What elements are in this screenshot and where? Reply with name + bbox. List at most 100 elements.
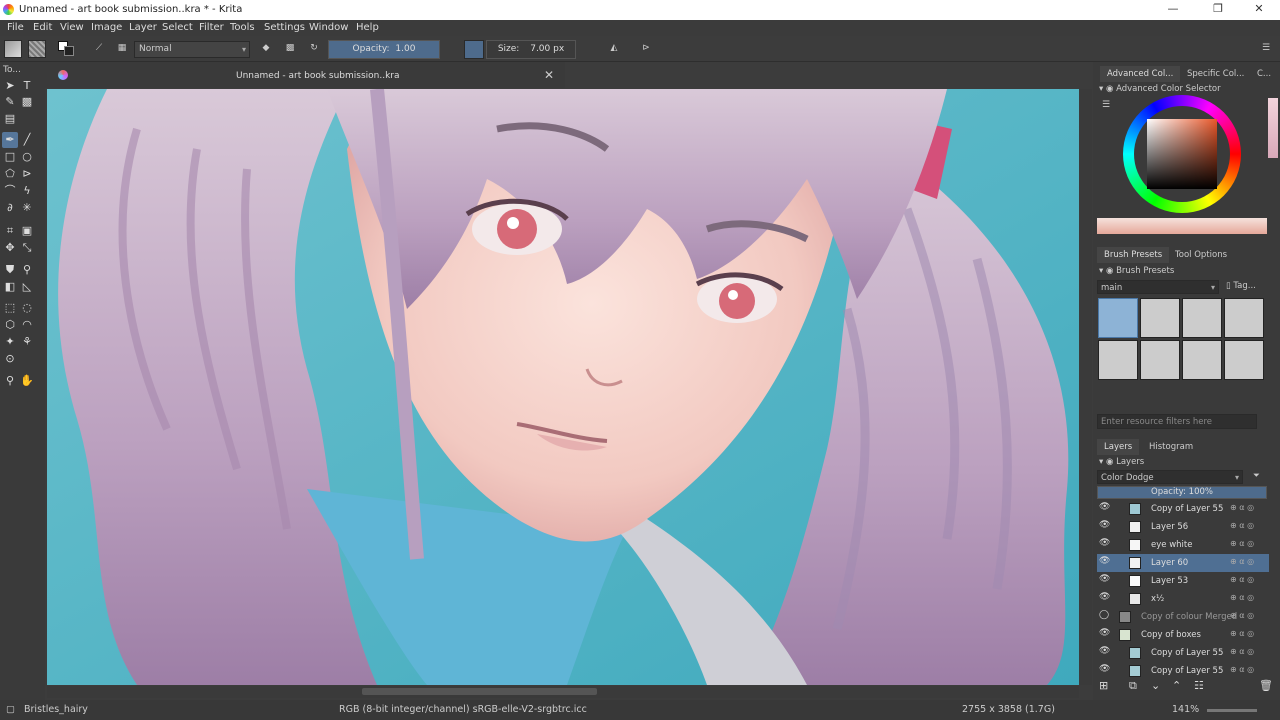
layer-properties-button-icon[interactable]: ☷	[1194, 679, 1204, 692]
zoom-tool-icon[interactable]: ⚲	[2, 373, 18, 389]
eye-icon[interactable]: 👁	[1099, 592, 1110, 602]
layer-row[interactable]: ◯ Copy of colour Merged ⊕ α ◎	[1097, 608, 1269, 626]
pan-tool-icon[interactable]: ✋	[19, 373, 35, 389]
mirror-vertical-icon[interactable]: ⊳	[637, 40, 655, 58]
menu-help[interactable]: Help	[356, 22, 379, 33]
tab-layers[interactable]: Layers	[1097, 439, 1140, 455]
move-layer-down-icon[interactable]: ⌄	[1151, 679, 1160, 692]
close-window-button[interactable]: ✕	[1249, 2, 1269, 15]
menu-settings[interactable]: Settings	[264, 22, 305, 33]
layer-row[interactable]: 👁 Layer 53 ⊕ α ◎	[1097, 572, 1269, 590]
tag-button[interactable]: ▯ Tag...	[1226, 281, 1256, 291]
preserve-alpha-icon[interactable]: ▩	[282, 40, 298, 58]
menu-layer[interactable]: Layer	[129, 22, 157, 33]
workspace-icon[interactable]: ☰	[1258, 40, 1274, 58]
rect-select-tool-icon[interactable]: ⬚	[2, 300, 18, 316]
calligraphy-tool-icon[interactable]: ▤	[2, 111, 18, 127]
brush-preset-4[interactable]	[1224, 298, 1264, 338]
brush-preset-7[interactable]	[1182, 340, 1222, 380]
eye-icon[interactable]: 👁	[1099, 502, 1110, 512]
mirror-horizontal-icon[interactable]: ◭	[605, 40, 623, 58]
ellipse-select-tool-icon[interactable]: ◌	[19, 300, 35, 316]
freehand-brush-tool-icon[interactable]: ✒	[2, 132, 18, 148]
close-document-icon[interactable]: ✕	[544, 68, 554, 82]
assistant-tool-icon[interactable]: ⤡	[19, 240, 35, 256]
menu-select[interactable]: Select	[162, 22, 193, 33]
zoom-level[interactable]: 141%	[1172, 704, 1199, 715]
blend-mode-select[interactable]: Normal ▾	[134, 41, 250, 58]
color-settings-icon[interactable]: ☰	[1102, 100, 1112, 110]
presets-icon[interactable]: ▦	[113, 40, 131, 58]
brush-preset-8[interactable]	[1224, 340, 1264, 380]
add-layer-icon[interactable]: ⊞	[1099, 679, 1108, 692]
eye-icon[interactable]: 👁	[1099, 520, 1110, 530]
pattern-tool-icon[interactable]: ▩	[19, 94, 35, 110]
move-tool-icon[interactable]: ✥	[2, 240, 18, 256]
zoom-slider[interactable]	[1207, 709, 1257, 712]
layer-properties-icon[interactable]: ⊕ α ◎	[1230, 629, 1254, 638]
brush-preset-2[interactable]	[1140, 298, 1180, 338]
gradient-icon[interactable]	[4, 40, 22, 58]
move-layer-up-icon[interactable]: ⌃	[1172, 679, 1181, 692]
gradient-tool-icon[interactable]: ◧	[2, 279, 18, 295]
pattern-icon[interactable]	[28, 40, 46, 58]
layer-properties-icon[interactable]: ⊕ α ◎	[1230, 521, 1254, 530]
layer-row[interactable]: 👁 Copy of Layer 55 ⊕ α ◎	[1097, 662, 1269, 680]
layer-properties-icon[interactable]: ⊕ α ◎	[1230, 503, 1254, 512]
artwork-canvas[interactable]	[47, 89, 1079, 685]
polyline-tool-icon[interactable]: ⊳	[19, 166, 35, 182]
color-picker-tool-icon[interactable]: ⚲	[19, 262, 35, 278]
duplicate-layer-icon[interactable]: ⧉	[1129, 679, 1137, 693]
brush-tag-select[interactable]: main ▾	[1097, 280, 1219, 294]
eye-icon[interactable]: ◯	[1099, 610, 1109, 620]
edit-shape-tool-icon[interactable]: ✎	[2, 94, 18, 110]
layer-row[interactable]: 👁 Copy of boxes ⊕ α ◎	[1097, 626, 1269, 644]
line-tool-icon[interactable]: ╱	[19, 132, 35, 148]
layer-properties-icon[interactable]: ⊕ α ◎	[1230, 539, 1254, 548]
dynamic-brush-tool-icon[interactable]: ∂	[2, 200, 18, 216]
reload-preset-icon[interactable]: ↻	[306, 40, 322, 58]
vertical-scrollbar[interactable]	[1080, 89, 1092, 685]
menu-view[interactable]: View	[60, 22, 84, 33]
layer-row[interactable]: 👁 Copy of Layer 55 ⊕ α ◎	[1097, 644, 1269, 662]
menu-image[interactable]: Image	[91, 22, 122, 33]
layer-opacity-slider[interactable]: Opacity: 100%	[1097, 486, 1267, 499]
tab-histogram[interactable]: Histogram	[1142, 439, 1200, 455]
layer-row[interactable]: 👁 Layer 56 ⊕ α ◎	[1097, 518, 1269, 536]
bezier-tool-icon[interactable]: ⌒	[2, 183, 18, 199]
document-tab-title[interactable]: Unnamed - art book submission..kra	[236, 71, 400, 81]
layer-row[interactable]: 👁 x½ ⊕ α ◎	[1097, 590, 1269, 608]
scrollbar-thumb[interactable]	[362, 688, 597, 695]
layer-row[interactable]: 👁 Layer 60 ⊕ α ◎	[1097, 554, 1269, 572]
canvas-area[interactable]	[47, 89, 1079, 685]
bezier-select-tool-icon[interactable]: ⊙	[2, 351, 18, 367]
layer-properties-icon[interactable]: ⊕ α ◎	[1230, 557, 1254, 566]
measure-tool-icon[interactable]: ◺	[19, 279, 35, 295]
layer-blend-select[interactable]: Color Dodge ▾	[1097, 470, 1243, 484]
freehand-select-tool-icon[interactable]: ◠	[19, 317, 35, 333]
saturation-value-square[interactable]	[1147, 119, 1217, 189]
similar-select-tool-icon[interactable]: ⚘	[19, 334, 35, 350]
layer-properties-icon[interactable]: ⊕ α ◎	[1230, 611, 1254, 620]
layer-row[interactable]: 👁 Copy of Layer 55 ⊕ α ◎	[1097, 500, 1269, 518]
transform-tool-icon[interactable]: ▣	[19, 223, 35, 239]
polygon-select-tool-icon[interactable]: ⬡	[2, 317, 18, 333]
brush-preset-1[interactable]	[1098, 298, 1138, 338]
eraser-icon[interactable]: ◆	[258, 40, 274, 58]
menu-edit[interactable]: Edit	[33, 22, 52, 33]
menu-file[interactable]: File	[7, 22, 24, 33]
eye-icon[interactable]: 👁	[1099, 646, 1110, 656]
layer-properties-icon[interactable]: ⊕ α ◎	[1230, 665, 1254, 674]
menu-filter[interactable]: Filter	[199, 22, 224, 33]
fg-bg-color-icon[interactable]	[56, 40, 76, 58]
eye-icon[interactable]: 👁	[1099, 628, 1110, 638]
layer-properties-icon[interactable]: ⊕ α ◎	[1230, 593, 1254, 602]
layer-row[interactable]: 👁 eye white ⊕ α ◎	[1097, 536, 1269, 554]
menu-window[interactable]: Window	[309, 22, 348, 33]
opacity-slider[interactable]: Opacity: 1.00	[328, 40, 440, 59]
tab-color-other[interactable]: C...	[1250, 66, 1278, 82]
color-history-strip[interactable]	[1097, 218, 1267, 234]
tab-tool-options[interactable]: Tool Options	[1168, 247, 1234, 263]
layer-properties-icon[interactable]: ⊕ α ◎	[1230, 575, 1254, 584]
text-tool-icon[interactable]: T	[19, 78, 35, 94]
